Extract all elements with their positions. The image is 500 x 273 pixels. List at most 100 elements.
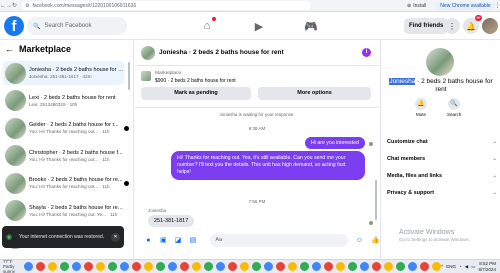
chat-scrollbar[interactable] (375, 180, 377, 220)
taskbar-app-icon[interactable] (312, 262, 322, 271)
taskbar-app-icon[interactable] (396, 262, 406, 271)
conversation-avatar (5, 90, 26, 111)
taskbar-app-icon[interactable] (132, 262, 142, 271)
install-button[interactable]: ⊕ Install (407, 3, 426, 9)
list-item[interactable]: Shayla · 2 beds 2 baths house for ren...… (3, 199, 124, 223)
search-button[interactable]: 🔍 Search (447, 98, 461, 117)
bell-icon: 🔔 (466, 21, 476, 31)
wifi-icon[interactable]: ◔ (459, 264, 462, 269)
new-chrome-button[interactable]: New Chrome available (436, 1, 495, 10)
menu-button[interactable]: ⋮ (444, 18, 460, 34)
list-item[interactable]: Lexi · 2 beds 2 baths house for rent Lexi… (3, 89, 124, 113)
image-icon[interactable]: ▣ (160, 236, 167, 244)
chevron-up-icon[interactable]: ^ (441, 264, 443, 269)
taskbar-app-icon[interactable] (204, 262, 214, 271)
close-icon[interactable]: ✕ (111, 232, 120, 242)
gaming-nav[interactable]: 🎮 (300, 15, 322, 37)
taskbar-app-icon[interactable] (36, 262, 46, 271)
taskbar-app-icon[interactable] (264, 262, 274, 271)
taskbar-app-icon[interactable] (252, 262, 262, 271)
taskbar-app-icon[interactable] (192, 262, 202, 271)
facebook-logo[interactable]: f (4, 16, 24, 36)
taskbar-app-icon[interactable] (288, 262, 298, 271)
microphone-icon[interactable]: ● (145, 237, 152, 244)
conversation-avatar (5, 200, 26, 221)
notifications-button[interactable]: 🔔 9+ (463, 15, 482, 34)
list-item[interactable]: Brooks · 2 beds 2 baths house for re... Y… (3, 171, 129, 195)
list-item[interactable]: Geider · 2 beds 2 baths house for r... Yo… (3, 116, 129, 140)
sticker-icon[interactable]: ◪ (175, 236, 182, 244)
chat-header: Joniesha · 2 beds 2 baths house for rent… (135, 40, 379, 66)
language-indicator[interactable]: ENG (446, 264, 456, 269)
chat-avatar[interactable] (141, 45, 155, 60)
volume-icon[interactable]: ◀ (465, 264, 468, 270)
back-arrow-icon[interactable]: ← (5, 44, 14, 54)
details-avatar[interactable] (426, 48, 454, 76)
privacy-support-section[interactable]: Privacy & support ⌄ (387, 190, 497, 196)
account-avatar[interactable] (482, 18, 498, 34)
chat-pane: Joniesha · 2 beds 2 baths house for rent… (135, 40, 380, 259)
taskbar-app-icon[interactable] (276, 262, 286, 271)
listing-detail[interactable]: $900 · 2 beds 2 baths house for rent (155, 78, 236, 84)
taskbar-app-icon[interactable] (120, 262, 130, 271)
message-input[interactable]: Aa (210, 233, 348, 247)
outgoing-message[interactable]: Hi! Thanks for reaching out. Yes, it's s… (171, 151, 365, 180)
taskbar-app-icon[interactable] (360, 262, 370, 271)
taskbar-app-icon[interactable] (228, 262, 238, 271)
more-options-button[interactable]: More options (258, 87, 371, 100)
search-input[interactable]: 🔍 Search Facebook (27, 17, 127, 35)
taskbar-app-icon[interactable] (432, 262, 442, 271)
taskbar-app-icon[interactable] (216, 262, 226, 271)
taskbar-app-icon[interactable] (348, 262, 358, 271)
taskbar-app-icon[interactable] (240, 262, 250, 271)
taskbar-app-icon[interactable] (180, 262, 190, 271)
taskbar-app-icon[interactable] (24, 262, 34, 271)
reload-icon[interactable]: ↻ (12, 2, 17, 9)
customize-chat-section[interactable]: Customize chat ⌄ (387, 139, 497, 145)
taskbar-app-icon[interactable] (156, 262, 166, 271)
gaming-icon: 🎮 (304, 20, 318, 33)
taskbar-app-icon[interactable] (408, 262, 418, 271)
wifi-icon: ◉ (6, 233, 13, 241)
gif-icon[interactable]: ▤ (190, 236, 197, 244)
info-icon[interactable]: i (362, 48, 371, 57)
mark-pending-button[interactable]: Mark as pending (141, 87, 251, 100)
conversation-scrollbar[interactable] (128, 62, 130, 90)
address-bar[interactable]: ⚙ facebook.com/messages/t/12201001069116… (21, 1, 312, 10)
outgoing-message[interactable]: Hi are you interested (305, 137, 365, 149)
list-item[interactable]: Christopher · 2 beds 2 baths house f... Y… (3, 144, 124, 168)
taskbar-app-icon[interactable] (384, 262, 394, 271)
weather-widget[interactable]: 77°F Partly sunny (3, 259, 22, 273)
taskbar-app-icon[interactable] (372, 262, 382, 271)
taskbar-app-icon[interactable] (144, 262, 154, 271)
selected-name[interactable]: Joniesha (389, 78, 416, 85)
find-friends-button[interactable]: Find friends (404, 18, 449, 34)
media-files-section[interactable]: Media, files and links ⌄ (387, 173, 497, 179)
taskbar-app-icon[interactable] (48, 262, 58, 271)
home-nav[interactable]: ⌂ (196, 15, 218, 37)
battery-icon[interactable]: ▭ (471, 264, 475, 270)
list-item[interactable]: Joniesha · 2 beds 2 baths house for rent… (3, 61, 124, 85)
chat-title[interactable]: Joniesha · 2 beds 2 baths house for rent (159, 49, 362, 56)
taskbar-app-icon[interactable] (300, 262, 310, 271)
taskbar-app-icon[interactable] (108, 262, 118, 271)
taskbar-app-icon[interactable] (84, 262, 94, 271)
like-icon[interactable]: 👍 (371, 236, 380, 244)
emoji-icon[interactable]: ☺ (356, 237, 363, 244)
chat-members-section[interactable]: Chat members ⌄ (387, 156, 497, 162)
conversation-text: Geider · 2 beds 2 baths house for r... Yo… (29, 122, 124, 134)
taskbar-app-icon[interactable] (420, 262, 430, 271)
taskbar-app-icon[interactable] (60, 262, 70, 271)
more-menu-icon[interactable]: ⋮ (495, 2, 500, 9)
taskbar-app-icon[interactable] (324, 262, 334, 271)
taskbar-app-icon[interactable] (72, 262, 82, 271)
taskbar-app-icon[interactable] (168, 262, 178, 271)
taskbar-app-icon[interactable] (336, 262, 346, 271)
site-info-icon[interactable]: ⚙ (25, 3, 29, 9)
clock[interactable]: 8:52 PM 8/7/2024 (478, 261, 496, 272)
mute-button[interactable]: 🔔 Mute (415, 98, 427, 117)
incoming-message[interactable]: 251-381-1817 (148, 215, 195, 227)
listing-thumbnail[interactable] (141, 71, 151, 81)
taskbar-app-icon[interactable] (96, 262, 106, 271)
video-nav[interactable]: ▶ (248, 15, 270, 37)
